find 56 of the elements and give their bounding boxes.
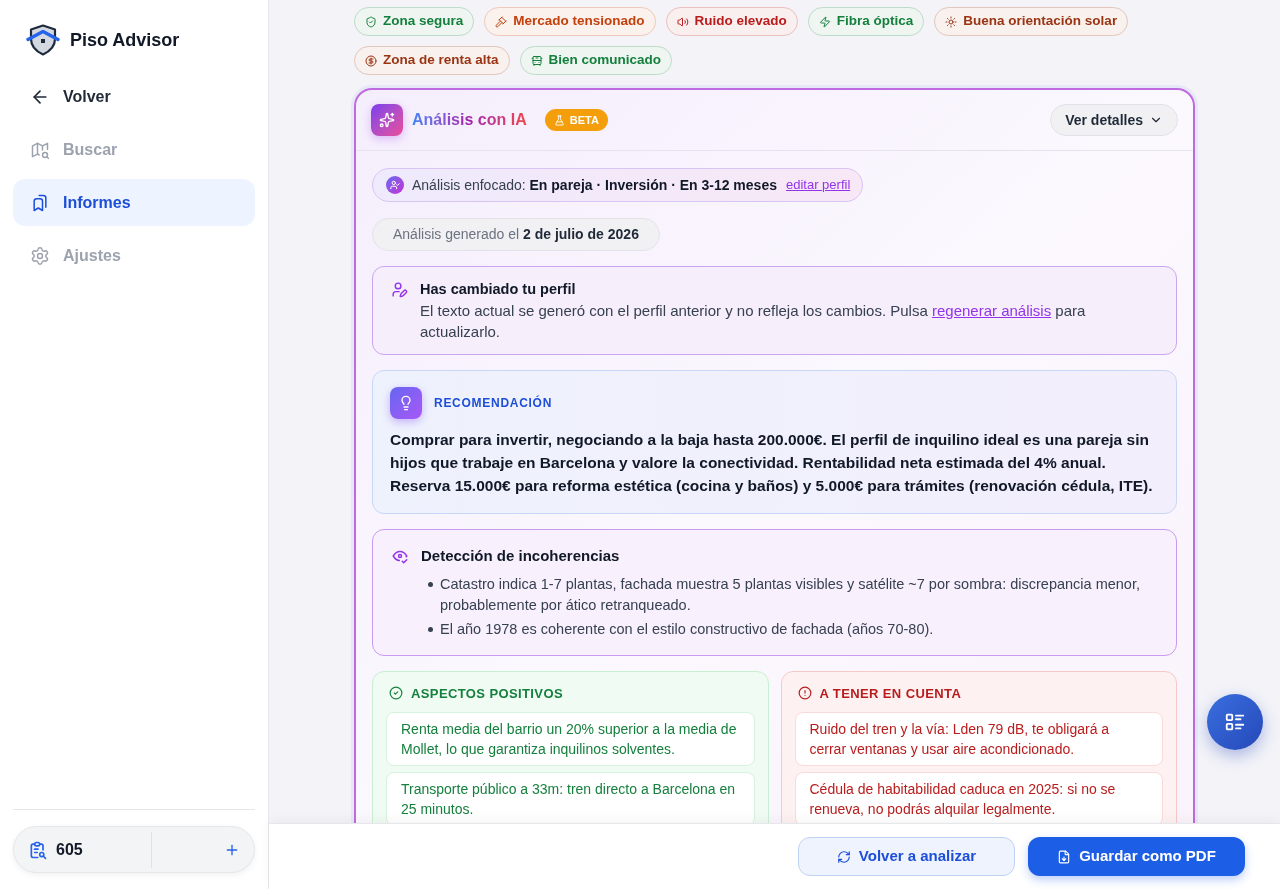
sidebar-nav-item[interactable]: Informes bbox=[13, 179, 255, 226]
lightning-icon bbox=[818, 15, 831, 28]
clipboard-search-icon bbox=[28, 839, 48, 860]
tag-label: Zona de renta alta bbox=[383, 51, 499, 70]
sun-icon bbox=[945, 15, 958, 28]
positive-item: Transporte público a 33m: tren directo a Barcelona en 25 minutos. bbox=[386, 772, 755, 823]
save-pdf-button[interactable]: Guardar como PDF bbox=[1028, 837, 1245, 876]
bullet-icon bbox=[428, 581, 433, 587]
shield-house-logo-icon bbox=[26, 24, 60, 56]
recommendation-text: Comprar para invertir, negociando a la baja hasta 200.000€. El perfil de inquilino ideal es una pareja sin hijos que trabaje en Barcelona y valore la conectividad. Rentabilidad neta estimada del 4% anual. Reserva 15.000€ para reforma estética (cocina y baños) y 5.000€ para trámites (renovación cédula, ITE). bbox=[390, 430, 1154, 496]
dollar-coin-icon bbox=[365, 54, 377, 67]
bookmarks-icon bbox=[30, 192, 50, 213]
regenerate-link[interactable]: regenerar análisis bbox=[931, 302, 1052, 319]
bullet-icon bbox=[428, 626, 433, 632]
tag-label: Buena orientación solar bbox=[963, 12, 1118, 31]
details-button[interactable]: Ver detalles bbox=[1050, 104, 1178, 136]
app-name: Piso Advisor bbox=[70, 28, 180, 52]
recommendation-heading: RECOMENDACIÓN bbox=[434, 394, 553, 412]
tag-label: Bien comunicado bbox=[548, 51, 662, 70]
positive-item: Renta media del barrio un 20% superior a la media de Mollet, lo que garantiza inquilinos solventes. bbox=[386, 712, 755, 766]
credits-count: 605 bbox=[56, 839, 83, 860]
notice-title: Has cambiado tu perfil bbox=[420, 280, 577, 299]
inconsistency-item: Catastro indica 1-7 plantas, fachada muestra 5 plantas visibles y satélite ~7 por sombra: discrepancia menor, probablemente por ático retranqueado. bbox=[440, 574, 1141, 615]
user-check-icon bbox=[386, 176, 404, 194]
caution-item: Ruido del tren y la vía: Lden 79 dB, te obligará a cerrar ventanas y usar aire acondicionado. bbox=[794, 712, 1163, 766]
cautions-heading: A TENER EN CUENTA bbox=[819, 684, 962, 703]
tag-label: Ruido elevado bbox=[694, 12, 787, 31]
inconsistencies-title: Detección de incoherencias bbox=[421, 546, 621, 566]
reanalyze-button[interactable]: Volver a analizar bbox=[798, 837, 1015, 876]
file-download-icon bbox=[1057, 849, 1072, 864]
speaker-icon bbox=[676, 15, 689, 28]
settings-icon bbox=[30, 245, 50, 266]
alert-circle-icon bbox=[797, 686, 812, 701]
notice-text: El texto actual se generó con el perfil anterior y no refleja los cambios. Pulsa regenerar análisis para actualizarlo. bbox=[420, 301, 1087, 342]
sparkles-icon bbox=[371, 104, 403, 136]
list-menu-button[interactable] bbox=[1207, 694, 1263, 750]
list-details-icon bbox=[1224, 711, 1246, 733]
generation-date-chip: Análisis generado el 2 de julio de 2026 bbox=[372, 218, 660, 251]
lightbulb-icon bbox=[390, 387, 422, 419]
bus-icon bbox=[530, 54, 543, 67]
flask-icon bbox=[553, 114, 565, 126]
user-edit-icon bbox=[391, 281, 408, 298]
check-circle-icon bbox=[389, 686, 403, 701]
focus-text: Análisis enfocado: En pareja · Inversión · En 3-12 meses bbox=[412, 175, 777, 195]
positives-heading: ASPECTOS POSITIVOS bbox=[411, 684, 563, 703]
tag-label: Mercado tensionado bbox=[513, 12, 645, 31]
edit-profile-link[interactable]: editar perfil bbox=[785, 175, 851, 195]
caution-item: Cédula de habitabilidad caduca en 2025: si no se renueva, no podrás alquilar legalmente. bbox=[794, 772, 1163, 823]
gavel-icon bbox=[495, 15, 508, 28]
refresh-icon bbox=[836, 849, 851, 864]
tag-label: Zona segura bbox=[383, 12, 464, 31]
tag-label: Fibra óptica bbox=[836, 12, 914, 31]
shield-check-icon bbox=[365, 15, 377, 28]
inconsistency-item: El año 1978 es coherente con el estilo constructivo de fachada (años 70-80). bbox=[440, 619, 934, 639]
sidebar-nav-item[interactable]: Volver bbox=[13, 73, 255, 120]
beta-label: BETA bbox=[569, 112, 599, 128]
